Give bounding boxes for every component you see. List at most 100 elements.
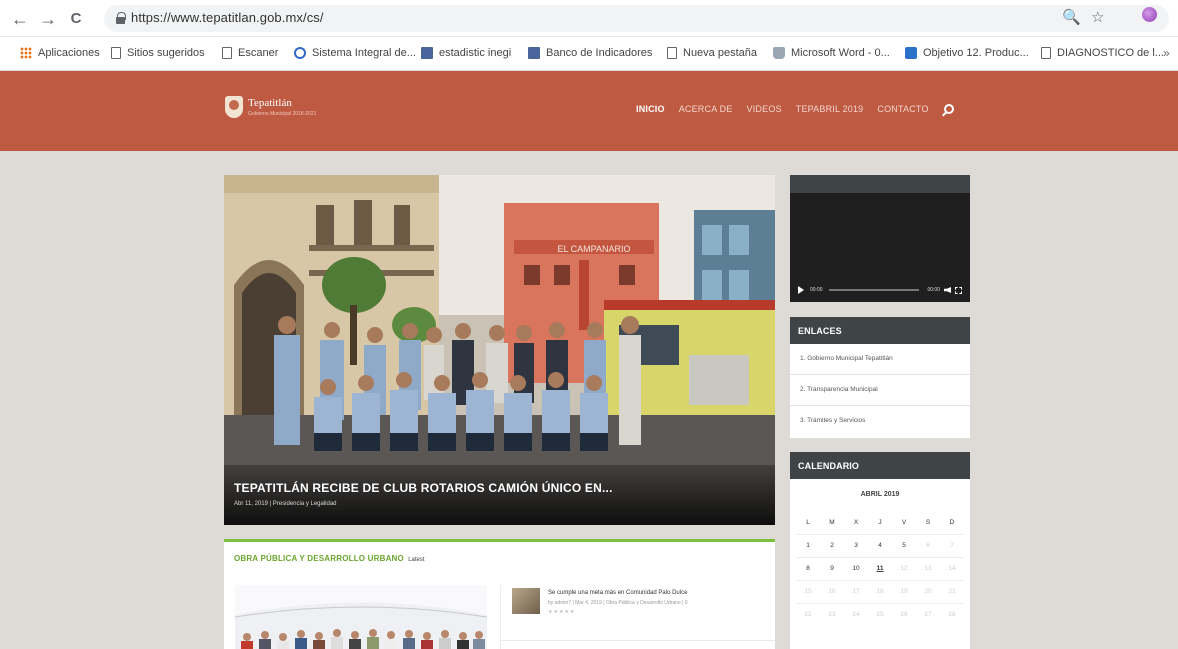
enlace-tramites[interactable]: 3. Trámites y Servicios [790,406,970,437]
news-thumbnail[interactable] [512,588,540,614]
calendar-day[interactable]: 27 [916,602,940,626]
calendar-day[interactable]: 13 [916,556,940,580]
calendar-day[interactable]: 4 [868,533,892,557]
enlace-transparencia[interactable]: 2. Transparencia Municipal [790,375,970,406]
profile-avatar[interactable] [1142,7,1157,22]
rating-stars-icon: ★★★★★ [548,609,576,615]
grid-icon [528,47,540,59]
bookmark-objetivo-12[interactable]: Objetivo 12. Produc... [905,47,1029,59]
play-icon[interactable] [798,286,804,294]
menu-item-tepabril[interactable]: TEPABRIL 2019 [796,104,864,114]
bookmark-nueva-pestana[interactable]: Nueva pestaña [667,47,757,59]
calendar-day[interactable]: 17 [844,579,868,603]
calendar-day[interactable]: 16 [820,579,844,603]
calendar-day[interactable]: 21 [940,579,964,603]
video-progress-track[interactable] [828,289,920,291]
video-duration: 00:00 [927,287,940,293]
bookmarks-bar: Aplicaciones Sitios sugeridos Escaner Si… [0,37,1178,71]
bookmark-escaner[interactable]: Escaner [222,47,278,59]
calendar-day-today[interactable]: 11 [868,556,892,580]
weekday: J [878,518,882,526]
calendario-title: CALENDARIO [790,452,970,479]
video-player[interactable]: 00:00 00:00 [790,175,970,302]
weekday: D [949,518,955,526]
latest-label: Latest [408,557,425,563]
calendar-day[interactable]: 18 [868,579,892,603]
hero-caption: TEPATITLÁN RECIBE DE CLUB ROTARIOS CAMIÓ… [224,465,775,525]
calendar-day[interactable]: 23 [820,602,844,626]
fullscreen-icon[interactable] [955,286,962,294]
bookmark-banco-indicadores[interactable]: Banco de Indicadores [528,47,652,59]
obra-photo-image [235,585,487,649]
calendar-weekdays: L M X J V S D [796,511,964,534]
calendar-day[interactable]: 25 [868,602,892,626]
search-icon[interactable] [943,104,954,114]
news-title[interactable]: Se cumple una meta más en Comunidad Palo… [548,590,687,596]
bookmark-star-icon[interactable]: ☆ [1091,8,1104,26]
main-menu: INICIO ACERCA DE VIDEOS TEPABRIL 2019 CO… [636,104,954,114]
calendar-day[interactable]: 3 [844,533,868,557]
bookmark-apps[interactable]: Aplicaciones [20,47,100,59]
weekday: S [925,518,931,526]
bookmark-estadistic-inegi[interactable]: estadistic inegi [421,47,511,59]
calendar-day[interactable]: 12 [892,556,916,580]
calendar-day[interactable]: 26 [892,602,916,626]
reload-icon[interactable]: C [64,7,88,31]
calendar-day[interactable]: 14 [940,556,964,580]
obra-featured-photo[interactable] [235,585,487,649]
forward-icon[interactable]: → [36,7,60,31]
calendar-grid: L M X J V S D 1 2 3 4 5 6 7 8 9 10 11 12… [796,511,964,626]
volume-icon[interactable] [944,287,951,293]
menu-item-contacto[interactable]: CONTACTO [877,104,928,114]
news-meta: by admin7 | Mar 4, 2019 | Obra Pública y… [548,600,688,606]
calendar-day[interactable]: 15 [796,579,820,603]
calendar-day[interactable]: 28 [940,602,964,626]
website: Tepatitlán Gobierno Municipal 2018-2021 … [0,71,1178,649]
enlaces-widget: ENLACES 1. Gobierno Municipal Tepatitlán… [790,317,970,438]
news-list-item[interactable]: Se cumple una meta más en Comunidad Palo… [512,588,767,642]
calendar-day[interactable]: 20 [916,579,940,603]
hero-meta: Abr 11, 2019 | Presidencia y Legalidad [234,501,337,507]
calendar-day[interactable]: 22 [796,602,820,626]
bookmarks-more-icon[interactable]: » [1163,46,1170,60]
logo-tagline: Gobierno Municipal 2018-2021 [248,110,317,117]
video-controls: 00:00 00:00 [798,284,962,296]
page-icon [111,47,121,59]
menu-item-videos[interactable]: VIDEOS [747,104,782,114]
site-header: Tepatitlán Gobierno Municipal 2018-2021 … [0,71,1178,151]
hero-slide[interactable]: EL CAMPANARIO TEPATITLÁN RECIBE DE CLUB … [224,175,775,525]
calendar-day[interactable]: 2 [820,533,844,557]
site-logo[interactable]: Tepatitlán Gobierno Municipal 2018-2021 [225,96,316,118]
calendar-day[interactable]: 5 [892,533,916,557]
calendar-week: 15 16 17 18 19 20 21 [796,579,964,603]
calendar-day[interactable]: 9 [820,556,844,580]
calendar-day[interactable]: 7 [940,533,964,557]
weekday: L [806,518,810,526]
url-text: https://www.tepatitlan.gob.mx/cs/ [131,10,324,25]
calendar-day[interactable]: 8 [796,556,820,580]
hero-title[interactable]: TEPATITLÁN RECIBE DE CLUB ROTARIOS CAMIÓ… [234,481,765,495]
calendar-day[interactable]: 6 [916,533,940,557]
zoom-icon[interactable]: 🔍 [1062,8,1081,26]
bookmark-diagnostico[interactable]: DIAGNOSTICO de l... [1041,47,1164,59]
obra-section-title[interactable]: OBRA PÚBLICA Y DESARROLLO URBANO [234,554,404,563]
bookmark-sistema-integral[interactable]: Sistema Integral de... [294,47,416,59]
calendar-day[interactable]: 19 [892,579,916,603]
calendar-day[interactable]: 10 [844,556,868,580]
calendar-day[interactable]: 24 [844,602,868,626]
calendario-widget: CALENDARIO ABRIL 2019 L M X J V S D 1 2 … [790,452,970,649]
enlace-gobierno-municipal[interactable]: 1. Gobierno Municipal Tepatitlán [790,344,970,375]
target-icon [905,47,917,59]
logo-name: Tepatitlán [248,96,292,109]
menu-item-acerca-de[interactable]: ACERCA DE [679,104,733,114]
calendar-day[interactable]: 1 [796,533,820,557]
menu-item-inicio[interactable]: INICIO [636,104,665,114]
enlaces-title: ENLACES [790,317,970,344]
weekday: M [829,518,835,526]
browser-address-bar: ← → C https://www.tepatitlan.gob.mx/cs/ … [0,0,1178,37]
crest-icon [225,96,243,118]
back-icon[interactable]: ← [8,7,32,31]
bookmark-sitios-sugeridos[interactable]: Sitios sugeridos [111,47,205,59]
bookmark-microsoft-word[interactable]: Microsoft Word - 0... [773,47,890,59]
url-input[interactable]: https://www.tepatitlan.gob.mx/cs/ 🔍 ☆ [104,5,1169,32]
